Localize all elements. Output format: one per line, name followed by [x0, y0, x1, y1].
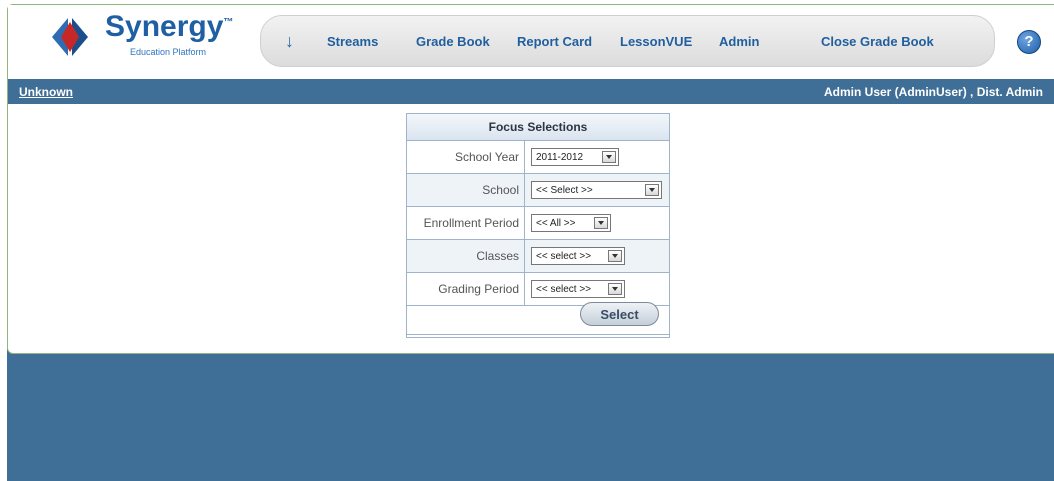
row-label: School [407, 174, 525, 206]
panel-title: Focus Selections [407, 114, 669, 141]
chevron-down-icon [645, 184, 659, 196]
row-school: School << Select >> [407, 174, 669, 207]
nav-admin[interactable]: Admin [719, 34, 759, 49]
row-label: Enrollment Period [407, 207, 525, 239]
nav-close-grade-book[interactable]: Close Grade Book [821, 34, 934, 49]
school-year-select[interactable]: 2011-2012 [531, 148, 619, 166]
footer-band [7, 340, 1054, 481]
main-nav: ↓ Streams Grade Book Report Card LessonV… [260, 15, 995, 67]
row-label: School Year [407, 141, 525, 173]
row-school-year: School Year 2011-2012 [407, 141, 669, 174]
row-classes: Classes << select >> [407, 240, 669, 273]
row-label: Grading Period [407, 273, 525, 305]
nav-streams[interactable]: Streams [327, 34, 378, 49]
synergy-logo[interactable]: Synergy™ Education Platform [48, 10, 233, 68]
focus-link[interactable]: Unknown [19, 85, 73, 99]
chevron-down-icon [594, 217, 608, 229]
header: Synergy™ Education Platform ↓ Streams Gr… [8, 5, 1054, 78]
user-info: Admin User (AdminUser) , Dist. Admin [824, 85, 1043, 99]
nav-lessonvue[interactable]: LessonVUE [620, 34, 692, 49]
chevron-down-icon [608, 250, 622, 262]
chevron-down-icon [608, 283, 622, 295]
grading-period-select[interactable]: << select >> [531, 280, 625, 298]
arrow-down-icon[interactable]: ↓ [285, 31, 294, 52]
row-enrollment-period: Enrollment Period << All >> [407, 207, 669, 240]
chevron-down-icon [602, 151, 616, 163]
row-label: Classes [407, 240, 525, 272]
enrollment-period-select[interactable]: << All >> [531, 214, 611, 232]
logo-wordmark: Synergy™ [105, 10, 234, 43]
select-button[interactable]: Select [580, 302, 659, 326]
focus-selections-panel: Focus Selections School Year 2011-2012 S… [406, 113, 670, 338]
school-select[interactable]: << Select >> [531, 181, 662, 199]
logo-subtitle: Education Platform [130, 47, 207, 57]
divider [407, 334, 669, 335]
status-bar: Unknown Admin User (AdminUser) , Dist. A… [8, 79, 1054, 104]
help-icon[interactable]: ? [1017, 30, 1041, 54]
nav-report-card[interactable]: Report Card [517, 34, 592, 49]
nav-grade-book[interactable]: Grade Book [416, 34, 490, 49]
diamond-logo-icon [52, 18, 88, 56]
classes-select[interactable]: << select >> [531, 247, 625, 265]
